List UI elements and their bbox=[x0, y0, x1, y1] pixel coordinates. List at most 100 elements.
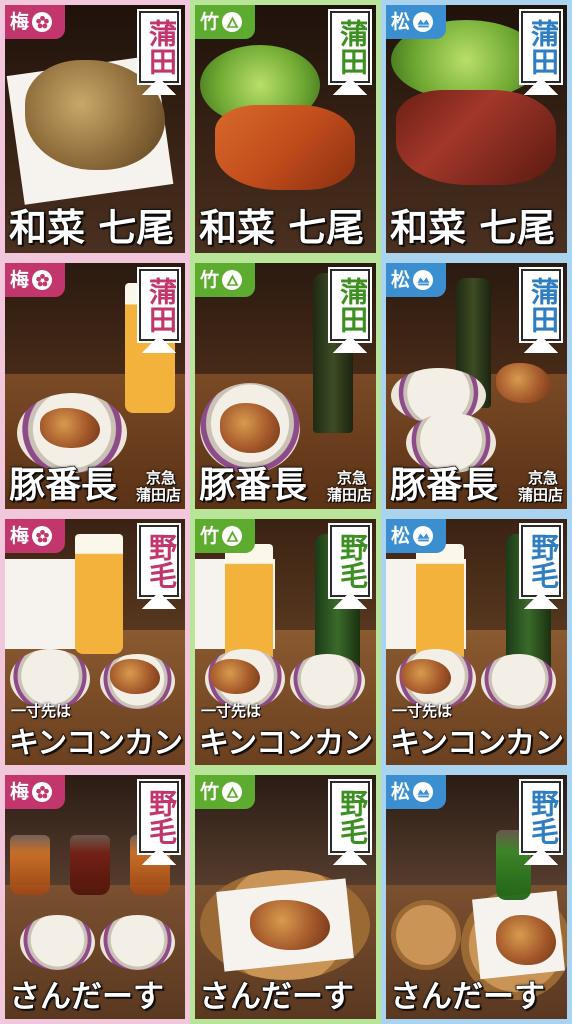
area-label: 蒲田 bbox=[521, 11, 561, 95]
shop-card-matsu[interactable]: 松 野毛さんだーす bbox=[381, 770, 572, 1024]
shop-card-take[interactable]: 竹 野毛一寸先はキンコンカン bbox=[190, 514, 381, 770]
rank-tag: 竹 bbox=[195, 775, 255, 809]
branch-line-2: 蒲田店 bbox=[517, 485, 563, 504]
shop-name-prefix: 一寸先は bbox=[392, 702, 453, 720]
dish bbox=[210, 659, 260, 694]
shop-name: キンコンカン bbox=[8, 726, 184, 761]
rank-tag: 梅 bbox=[5, 775, 65, 809]
shop-name: 和菜 七尾 bbox=[198, 205, 365, 250]
rank-label: 梅 bbox=[10, 780, 30, 803]
rank-label: 松 bbox=[391, 524, 411, 547]
steamer bbox=[391, 900, 461, 970]
skewers bbox=[40, 408, 100, 448]
area-label: 野毛 bbox=[330, 781, 370, 865]
branch-label: 京急 蒲田店 bbox=[136, 470, 181, 503]
rank-tag: 松 bbox=[386, 519, 446, 553]
branch-line-1: 京急 bbox=[336, 469, 367, 487]
bamboo-crest-icon bbox=[222, 12, 243, 32]
dish bbox=[110, 659, 160, 694]
rank-tag: 竹 bbox=[195, 519, 255, 553]
pork-cutlet bbox=[215, 105, 355, 190]
rank-label: 竹 bbox=[200, 780, 220, 803]
rank-label: 竹 bbox=[200, 10, 220, 33]
plum-blossom-crest-icon bbox=[32, 526, 53, 546]
rank-tag: 松 bbox=[386, 5, 446, 39]
small-plate bbox=[481, 654, 556, 709]
area-label: 蒲田 bbox=[139, 11, 179, 95]
rank-label: 松 bbox=[391, 780, 411, 803]
shop-name: さんだーす bbox=[8, 979, 165, 1015]
beer-glass bbox=[75, 534, 123, 654]
plum-blossom-crest-icon bbox=[32, 782, 53, 802]
shop-name: キンコンカン bbox=[389, 726, 565, 761]
rank-label: 梅 bbox=[10, 268, 30, 291]
plum-blossom-crest-icon bbox=[32, 12, 53, 32]
area-label: 蒲田 bbox=[139, 269, 179, 353]
shop-name: 豚番長 bbox=[8, 464, 118, 506]
bamboo-crest-icon bbox=[222, 782, 243, 802]
shop-card-matsu[interactable]: 松蒲田 豚番長 京急 蒲田店 bbox=[381, 258, 572, 514]
rank-label: 松 bbox=[391, 10, 411, 33]
pine-crest-icon bbox=[413, 270, 434, 290]
rank-label: 松 bbox=[391, 268, 411, 291]
rank-label: 梅 bbox=[10, 10, 30, 33]
shop-name: 豚番長 bbox=[198, 464, 308, 506]
rank-label: 竹 bbox=[200, 268, 220, 291]
pine-crest-icon bbox=[413, 12, 434, 32]
area-label: 野毛 bbox=[330, 525, 370, 609]
glass bbox=[10, 835, 50, 895]
small-plate bbox=[100, 915, 175, 970]
rank-tag: 竹 bbox=[195, 5, 255, 39]
branch-line-2: 蒲田店 bbox=[326, 485, 372, 504]
shop-card-matsu[interactable]: 松 野毛一寸先はキンコンカン bbox=[381, 514, 572, 770]
menu-sheet bbox=[5, 559, 85, 649]
small-plate bbox=[20, 915, 95, 970]
branch-label: 京急 蒲田店 bbox=[327, 470, 372, 503]
shop-card-ume[interactable]: 梅 蒲田和菜 七尾 bbox=[0, 0, 190, 258]
rank-tag: 梅 bbox=[5, 263, 65, 297]
area-label: 蒲田 bbox=[330, 269, 370, 353]
beer-glass bbox=[225, 544, 273, 664]
shop-card-take[interactable]: 竹 蒲田和菜 七尾 bbox=[190, 0, 381, 258]
branch-line-1: 京急 bbox=[145, 469, 176, 487]
area-label: 野毛 bbox=[521, 781, 561, 865]
rank-label: 竹 bbox=[200, 524, 220, 547]
area-label: 野毛 bbox=[139, 525, 179, 609]
shop-name: 和菜 七尾 bbox=[8, 205, 175, 250]
steak bbox=[396, 90, 556, 185]
area-label: 野毛 bbox=[139, 781, 179, 865]
rank-tag: 梅 bbox=[5, 519, 65, 553]
glass bbox=[70, 835, 110, 895]
pine-crest-icon bbox=[413, 782, 434, 802]
area-label: 蒲田 bbox=[521, 269, 561, 353]
eggs bbox=[496, 363, 551, 403]
shop-name: 豚番長 bbox=[389, 464, 499, 506]
shop-card-matsu[interactable]: 松 蒲田和菜 七尾 bbox=[381, 0, 572, 258]
shop-name: キンコンカン bbox=[198, 726, 374, 761]
bamboo-crest-icon bbox=[222, 526, 243, 546]
shop-name: さんだーす bbox=[198, 979, 355, 1015]
shop-card-take[interactable]: 竹 野毛さんだーす bbox=[190, 770, 381, 1024]
menu-card-grid: 梅蒲田 和菜 七尾竹蒲田 和菜 七尾松蒲田 和菜 七尾梅蒲田 豚番長 京急 蒲田店竹蒲田 豚番… bbox=[0, 0, 572, 1024]
dish bbox=[401, 659, 451, 694]
rank-tag: 梅 bbox=[5, 5, 65, 39]
rank-tag: 松 bbox=[386, 263, 446, 297]
branch-line-2: 蒲田店 bbox=[135, 485, 181, 504]
shop-card-ume[interactable]: 梅 野毛一寸先はキンコンカン bbox=[0, 514, 190, 770]
plum-blossom-crest-icon bbox=[32, 270, 53, 290]
rank-tag: 松 bbox=[386, 775, 446, 809]
shop-name: 和菜 七尾 bbox=[389, 205, 556, 250]
shop-card-ume[interactable]: 梅 野毛さんだーす bbox=[0, 770, 190, 1024]
area-label: 蒲田 bbox=[330, 11, 370, 95]
pine-crest-icon bbox=[413, 526, 434, 546]
shop-card-take[interactable]: 竹蒲田 豚番長 京急 蒲田店 bbox=[190, 258, 381, 514]
bamboo-crest-icon bbox=[222, 270, 243, 290]
small-plate bbox=[290, 654, 365, 709]
shop-name-prefix: 一寸先は bbox=[11, 702, 72, 720]
shop-card-ume[interactable]: 梅蒲田 豚番長 京急 蒲田店 bbox=[0, 258, 190, 514]
area-label: 野毛 bbox=[521, 525, 561, 609]
rank-tag: 竹 bbox=[195, 263, 255, 297]
rank-label: 梅 bbox=[10, 524, 30, 547]
shop-name: さんだーす bbox=[389, 979, 546, 1015]
shop-name-prefix: 一寸先は bbox=[201, 702, 262, 720]
